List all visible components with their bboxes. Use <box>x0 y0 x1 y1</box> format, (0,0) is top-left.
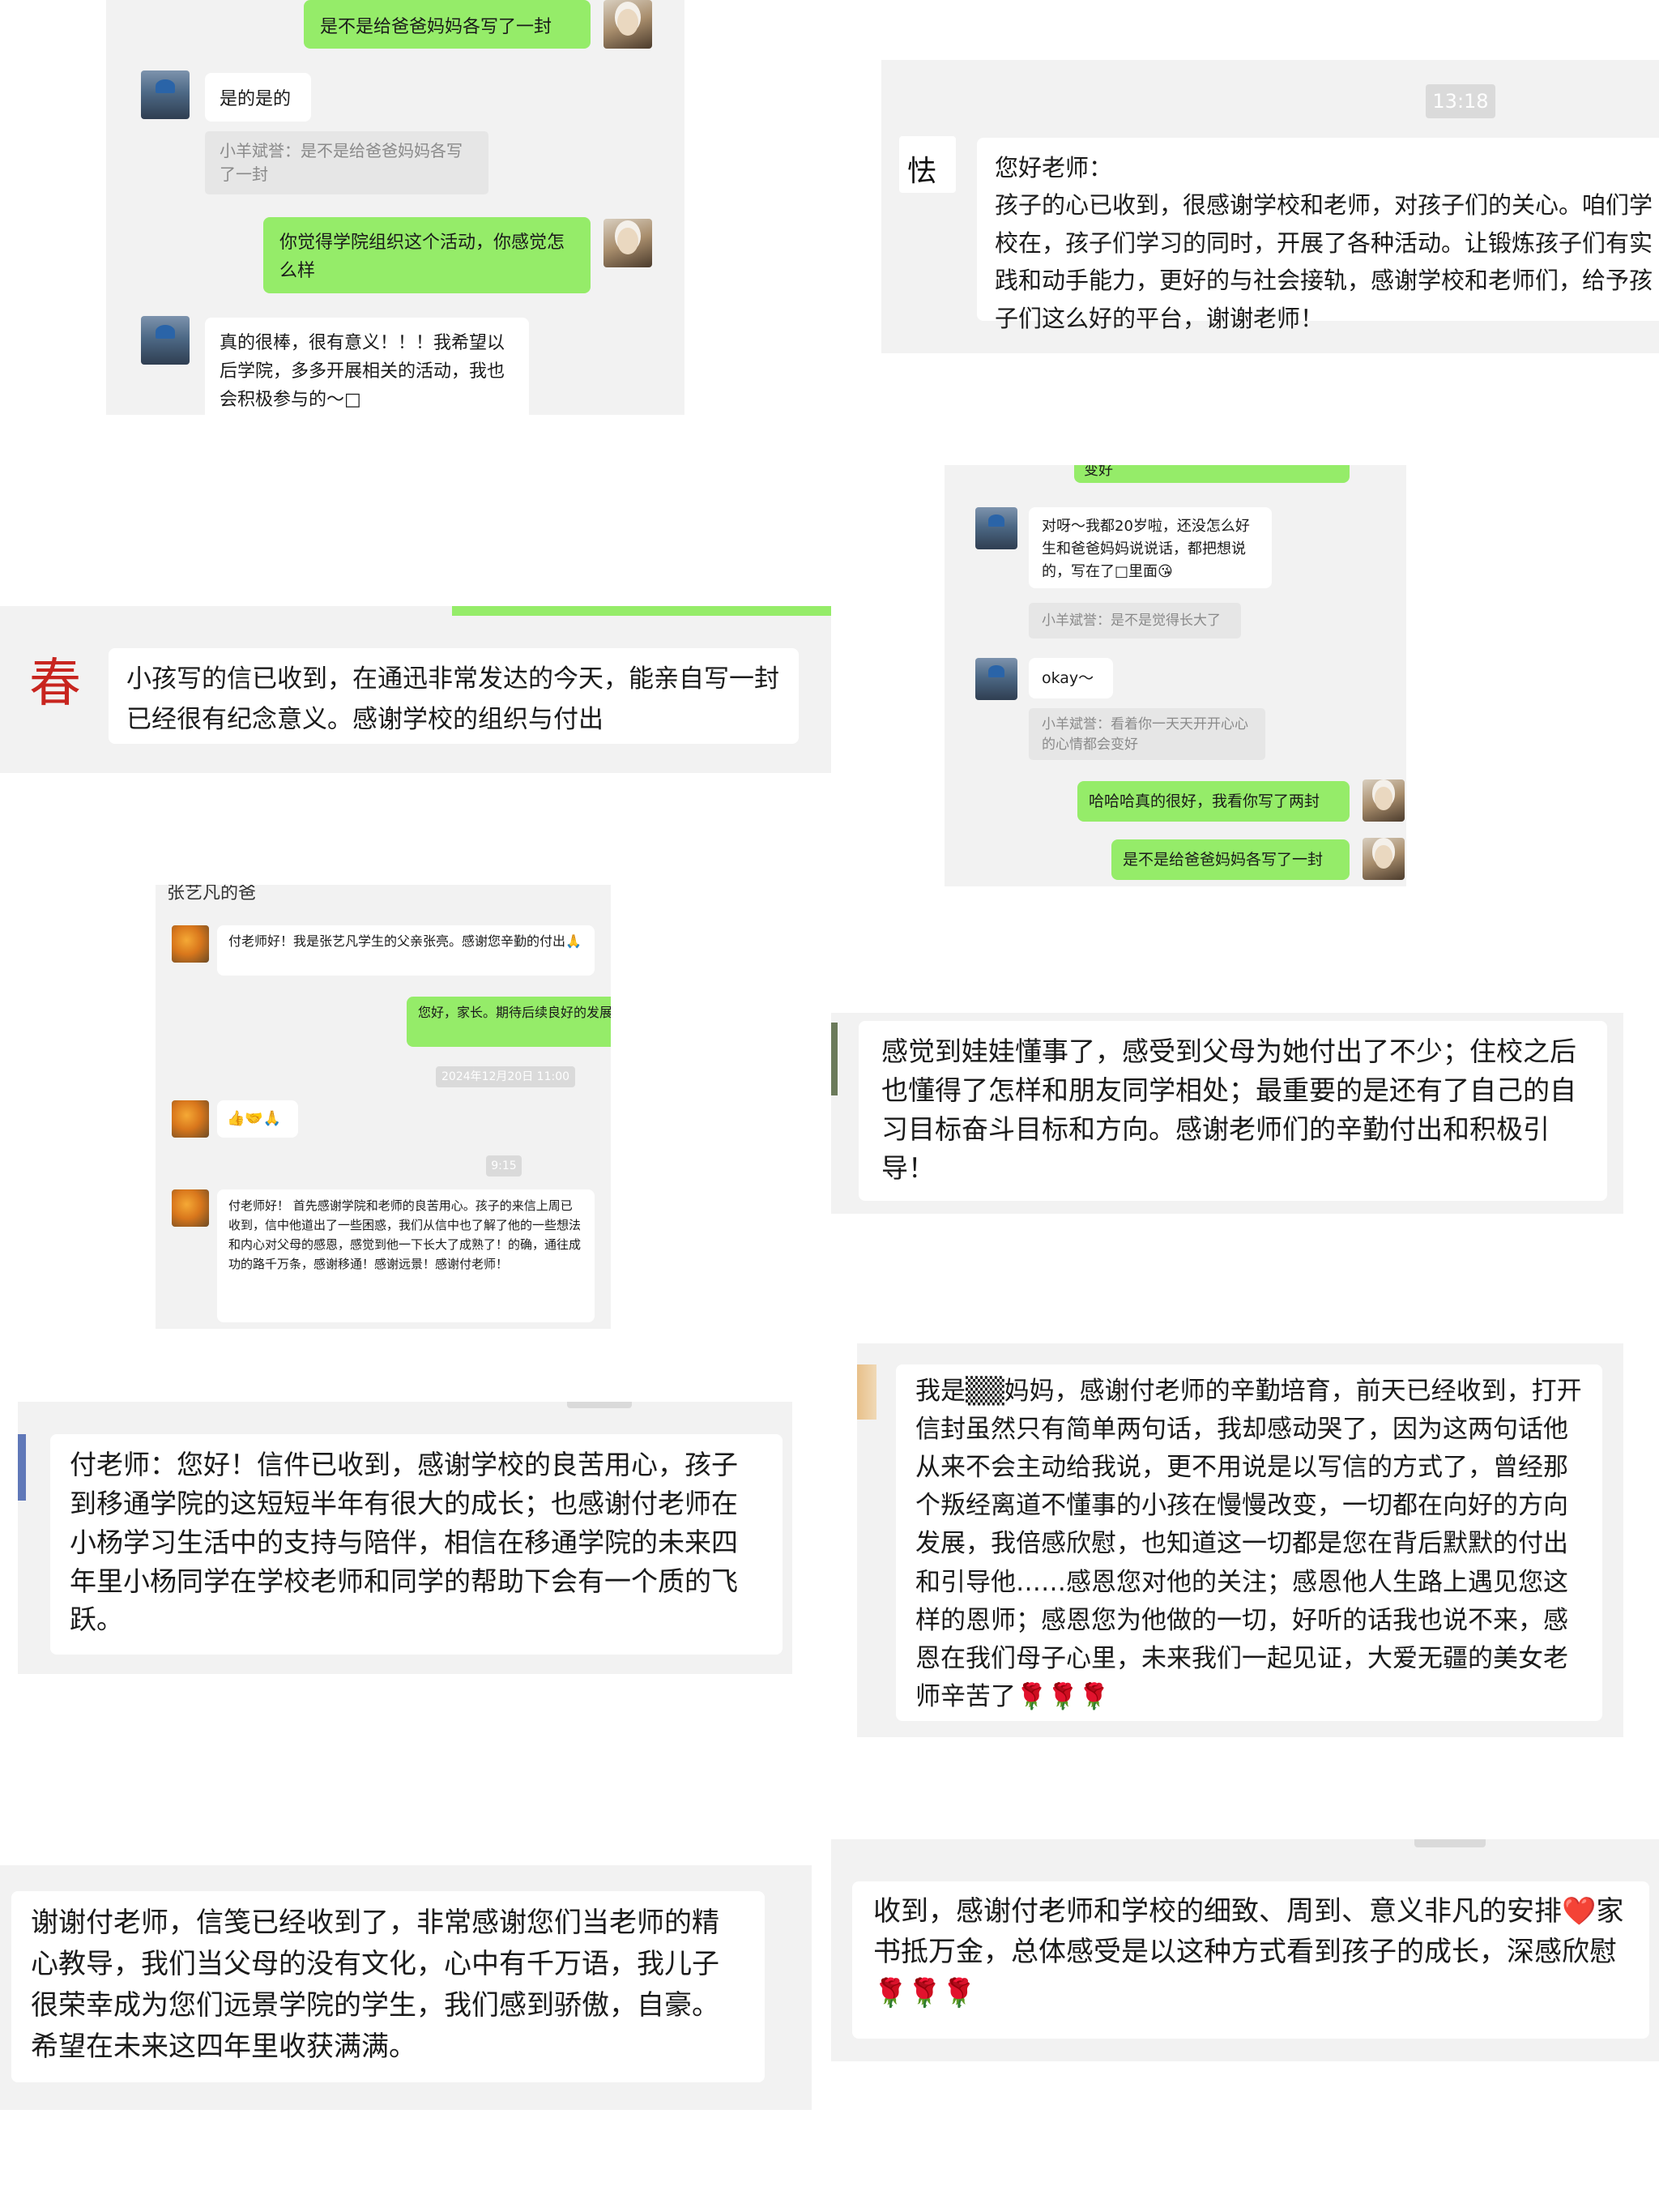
chat-bubble-received[interactable]: 👍🤝🙏 <box>217 1100 298 1138</box>
avatar[interactable] <box>975 658 1017 700</box>
timestamp: 9:15 <box>486 1155 522 1176</box>
avatar[interactable] <box>603 0 652 49</box>
avatar[interactable]: 怯 <box>899 136 956 193</box>
avatar-edge <box>857 1364 876 1420</box>
cropped-bubble-edge <box>452 606 831 616</box>
chat-panel-4: 春 小孩写的信已收到，在通迅非常发达的今天，能亲自写一封已经很有纪念意义。感谢学… <box>0 606 831 773</box>
chat-panel-6: 感觉到娃娃懂事了，感受到父母为她付出了不少；住校之后也懂得了怎样和朋友同学相处；… <box>831 1013 1623 1214</box>
chat-panel-7: 付老师：您好！信件已收到，感谢学校的良苦用心，孩子到移通学院的这短短半年有很大的… <box>18 1402 792 1674</box>
chat-panel-3: 变好 对呀～我都20岁啦，还没怎么好生和爸爸妈妈说说话，都把想说的，写在了□里面… <box>945 465 1406 886</box>
chat-title: 张艺凡的爸 <box>167 885 257 903</box>
quoted-message[interactable]: 小羊斌誉：是不是觉得长大了 <box>1029 603 1241 638</box>
chat-panel-9: 谢谢付老师，信笺已经收到了，非常感谢您们当老师的精心教导，我们当父母的没有文化，… <box>0 1865 812 2110</box>
chat-panel-5: 张艺凡的爸 付老师好！我是张艺凡学生的父亲张亮。感谢您辛勤的付出🙏 您好，家长。… <box>156 885 611 1329</box>
timestamp: 13:18 <box>1426 84 1495 118</box>
chat-bubble-received[interactable]: 感觉到娃娃懂事了，感受到父母为她付出了不少；住校之后也懂得了怎样和朋友同学相处；… <box>859 1021 1607 1201</box>
chat-panel-10: 收到，感谢付老师和学校的细致、周到、意义非凡的安排❤️家书抵万金，总体感受是以这… <box>831 1839 1659 2061</box>
chat-bubble-sent[interactable]: 变好 <box>1074 465 1350 483</box>
chat-bubble-received[interactable]: 收到，感谢付老师和学校的细致、周到、意义非凡的安排❤️家书抵万金，总体感受是以这… <box>852 1881 1649 2039</box>
chat-panel-8: 我是▒▒妈妈，感谢付老师的辛勤培育，前天已经收到，打开信封虽然只有简单两句话，我… <box>857 1343 1623 1737</box>
avatar-edge <box>18 1434 26 1501</box>
avatar[interactable] <box>141 316 190 365</box>
chat-bubble-received[interactable]: 谢谢付老师，信笺已经收到了，非常感谢您们当老师的精心教导，我们当父母的没有文化，… <box>11 1891 765 2082</box>
avatar[interactable] <box>1363 779 1405 822</box>
timestamp: 2024年12月20日 11:00 <box>436 1066 575 1087</box>
chat-bubble-received[interactable]: 是的是的 <box>205 73 311 122</box>
avatar-edge <box>831 1023 838 1095</box>
avatar[interactable] <box>172 1100 209 1138</box>
avatar[interactable] <box>603 219 652 267</box>
chat-panel-1: 是不是给爸爸妈妈各写了一封 是的是的 小羊斌誉：是不是给爸爸妈妈各写了一封 你觉… <box>106 0 684 415</box>
avatar[interactable] <box>1363 838 1405 880</box>
timestamp <box>1414 1839 1486 1847</box>
chat-bubble-sent[interactable]: 您好，家长。期待后续良好的发展。❤️ <box>407 997 611 1047</box>
chat-bubble-received[interactable]: 小孩写的信已收到，在通迅非常发达的今天，能亲自写一封已经很有纪念意义。感谢学校的… <box>109 648 799 744</box>
chat-bubble-sent[interactable]: 是不是给爸爸妈妈各写了一封 <box>1111 839 1350 880</box>
avatar[interactable] <box>975 507 1017 549</box>
calligraphy-icon: 怯 <box>907 155 937 188</box>
chat-bubble-sent[interactable]: 你觉得学院组织这个活动，你感觉怎么样 <box>263 217 591 293</box>
chat-bubble-sent[interactable]: 哈哈哈真的很好，我看你写了两封 <box>1077 781 1350 822</box>
avatar[interactable] <box>172 925 209 963</box>
chat-bubble-received[interactable]: 真的很棒，很有意义！！！我希望以后学院，多多开展相关的活动，我也会积极参与的～□ <box>205 318 529 415</box>
avatar[interactable] <box>172 1189 209 1227</box>
avatar[interactable] <box>141 70 190 119</box>
chat-bubble-received[interactable]: 我是▒▒妈妈，感谢付老师的辛勤培育，前天已经收到，打开信封虽然只有简单两句话，我… <box>896 1364 1602 1721</box>
chat-bubble-received[interactable]: 付老师好！我是张艺凡学生的父亲张亮。感谢您辛勤的付出🙏 <box>217 925 595 976</box>
quoted-message[interactable]: 小羊斌誉：看着你一天天开开心心的心情都会变好 <box>1029 708 1265 760</box>
chat-bubble-sent[interactable]: 是不是给爸爸妈妈各写了一封 <box>304 0 591 49</box>
chat-bubble-received[interactable]: 您好老师： 孩子的心已收到，很感谢学校和老师，对孩子们的关心。咱们学校在，孩子们… <box>977 138 1659 332</box>
chat-bubble-received[interactable]: 付老师好！ 首先感谢学院和老师的良苦用心。孩子的来信上周已收到，信中他道出了一些… <box>217 1189 595 1322</box>
chat-bubble-received[interactable]: 对呀～我都20岁啦，还没怎么好生和爸爸妈妈说说话，都把想说的，写在了□里面😘 <box>1029 507 1272 588</box>
quoted-message[interactable]: 小羊斌誉：是不是给爸爸妈妈各写了一封 <box>205 131 488 194</box>
chat-bubble-received[interactable]: 付老师：您好！信件已收到，感谢学校的良苦用心，孩子到移通学院的这短短半年有很大的… <box>50 1434 783 1655</box>
avatar[interactable]: 春 <box>24 650 92 718</box>
chat-panel-2: 13:18 怯 您好老师： 孩子的心已收到，很感谢学校和老师，对孩子们的关心。咱… <box>881 60 1659 353</box>
timestamp <box>567 1402 632 1408</box>
chun-icon: 春 <box>29 654 81 714</box>
chat-bubble-received[interactable]: okay～□ <box>1029 658 1113 728</box>
